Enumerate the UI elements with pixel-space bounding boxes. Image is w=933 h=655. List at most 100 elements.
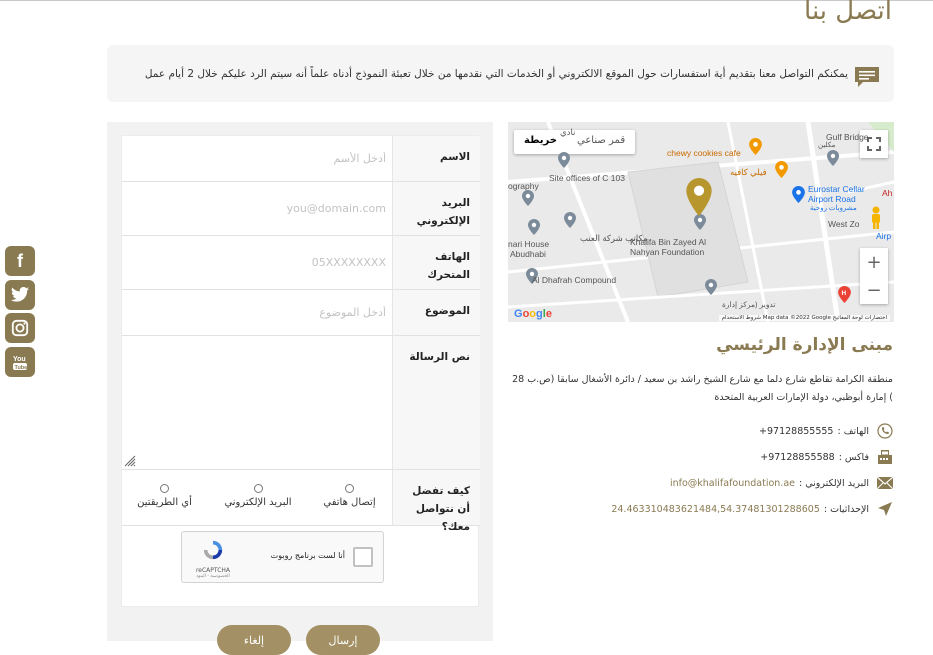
message-row: نص الرسالة <box>122 336 480 470</box>
map-label-airp: Airp <box>876 231 892 241</box>
zoom-out-button[interactable]: − <box>860 276 888 304</box>
resize-grip-icon[interactable] <box>124 455 136 467</box>
fax-value: +97128855588 <box>760 451 835 463</box>
office-address: منطقة الكرامة تقاطع شارع دلما مع شارع ال… <box>512 374 893 403</box>
office-title: مبنى الإدارة الرئيسي <box>716 335 893 355</box>
recaptcha-brand: reCAPTCHA <box>195 567 231 574</box>
name-input[interactable] <box>128 136 390 181</box>
phone-label: الهاتف : <box>837 425 869 437</box>
radio-phone[interactable]: إتصال هاتفي <box>312 484 387 508</box>
instagram-icon[interactable] <box>5 313 35 343</box>
facebook-icon[interactable]: f <box>5 246 35 276</box>
contact-phone-row: الهاتف : +97128855555 <box>759 423 893 439</box>
map-marker-icon[interactable] <box>558 152 570 168</box>
youtube-icon[interactable]: You Tube <box>5 346 35 377</box>
recaptcha-icon <box>203 540 223 560</box>
map-label-site-offices: Site offices of C 103 <box>549 173 625 183</box>
email-input[interactable] <box>128 182 390 235</box>
phone-label: الهاتف المتحرك <box>392 236 480 289</box>
radio-circle-icon[interactable] <box>253 484 263 493</box>
reset-button[interactable]: إلغاء <box>217 625 291 655</box>
coords-link[interactable]: 24.463310483621484,54.37481301288605 <box>611 504 820 515</box>
phone-input[interactable] <box>128 236 390 289</box>
name-row: الاسم <box>122 136 480 182</box>
zoom-in-button[interactable]: + <box>860 248 888 276</box>
google-logo: Google <box>514 308 552 320</box>
map-label-kbz-2: Nahyan Foundation <box>630 247 705 257</box>
contact-coords-row: الإحداثيات : 24.463310483621484,54.37481… <box>611 501 893 517</box>
send-button[interactable]: إرسال <box>306 625 380 655</box>
location-pin-icon[interactable] <box>686 178 712 216</box>
name-label: الاسم <box>392 136 480 181</box>
map-label-house-1: nari House <box>508 239 550 249</box>
map-marker-icon[interactable] <box>522 190 534 206</box>
shop-marker-icon[interactable] <box>792 186 805 203</box>
subject-input[interactable] <box>128 290 390 335</box>
message-label: نص الرسالة <box>392 336 480 469</box>
phone-row: الهاتف المتحرك <box>122 236 480 290</box>
map-label-westzone: West Zo <box>828 219 860 229</box>
map-marker-icon[interactable] <box>827 150 839 166</box>
recaptcha-logo: reCAPTCHA الخصوصية - البنود <box>190 539 236 579</box>
map-marker-icon[interactable] <box>694 214 706 230</box>
map-marker-icon[interactable] <box>528 219 540 235</box>
map-label-airport-road: Airport Road <box>808 194 856 204</box>
fax-icon <box>877 449 893 465</box>
email-link[interactable]: info@khalifafoundation.ae <box>670 478 795 489</box>
map-zoom-controls: + − <box>860 248 888 304</box>
phone-icon <box>877 423 893 439</box>
contact-pref-label: كيف تفضل أن نتواصل معك؟ <box>392 470 480 533</box>
message-textarea[interactable] <box>122 336 390 469</box>
map-marker-icon[interactable] <box>564 212 576 228</box>
email-row: البريد الإلكتروني <box>122 182 480 236</box>
message-icon <box>855 67 879 87</box>
radio-circle-icon[interactable] <box>345 484 354 493</box>
map-embed[interactable]: قمر صناعي خريطة H نادي Gulf Bridge مكلين… <box>508 122 894 322</box>
contact-fax-row: فاكس : +97128855588 <box>760 449 893 465</box>
map-footer[interactable]: اختصارات لوحة المفاتيح Map data ©2022 Go… <box>718 315 890 321</box>
map-label-nadi: نادي <box>560 127 576 137</box>
email-label-office: البريد الإلكتروني : <box>799 477 869 489</box>
recaptcha-label: أنا لست برنامج روبوت <box>270 551 345 560</box>
map-label-kbz-1: Khalifa Bin Zayed Al <box>630 237 707 247</box>
radio-circle-icon[interactable] <box>160 484 169 493</box>
email-label: البريد الإلكتروني <box>392 182 480 235</box>
envelope-icon <box>877 475 893 491</box>
subject-row: الموضوع <box>122 290 480 336</box>
map-tab-satellite[interactable]: قمر صناعي <box>567 130 635 154</box>
hospital-marker-icon[interactable]: H <box>838 286 851 303</box>
svg-text:You: You <box>13 356 26 363</box>
map-label-house-2: Abudhabi <box>510 249 546 259</box>
contact-pref-radios: إتصال هاتفي البريد الإلكتروني أي الطريقت… <box>132 484 387 514</box>
intro-text: يمكنكم التواصل معنا بتقديم أية استفسارات… <box>144 68 848 80</box>
pegman-icon[interactable] <box>870 206 882 230</box>
cafe-marker-icon[interactable] <box>749 138 762 155</box>
top-divider <box>0 0 933 1</box>
map-label-dhafrah: Al Dhafrah Compound <box>532 275 617 285</box>
map-label-eurostar: Eurostar Cellar <box>808 184 865 194</box>
social-bar: f You Tube <box>5 246 35 380</box>
radio-either[interactable]: أي الطريقتين <box>127 484 202 508</box>
map-marker-icon[interactable] <box>705 279 717 295</box>
recaptcha-terms[interactable]: الخصوصية - البنود <box>190 574 236 579</box>
map-label-spirits: مشروبات روحية <box>810 205 857 212</box>
radio-email[interactable]: البريد الإلكتروني <box>213 484 303 508</box>
location-arrow-icon <box>877 501 893 517</box>
fax-label: فاكس : <box>838 451 869 463</box>
map-label-ah: Ah <box>882 188 893 198</box>
recaptcha-widget: أنا لست برنامج روبوت reCAPTCHA الخصوصية … <box>181 531 384 583</box>
coords-label: الإحداثيات : <box>823 503 869 515</box>
twitter-icon[interactable] <box>5 279 35 310</box>
page-title: اتصل بنا <box>804 0 892 26</box>
map-label-tadweer: تدوير (مركز إدارة <box>722 300 776 309</box>
svg-text:Tube: Tube <box>15 364 28 370</box>
map-label-filli: فيلي كافيه <box>730 167 767 177</box>
subject-label: الموضوع <box>392 290 480 335</box>
recaptcha-checkbox[interactable] <box>353 547 373 567</box>
svg-text:H: H <box>842 290 847 297</box>
intro-box: يمكنكم التواصل معنا بتقديم أية استفسارات… <box>107 45 894 102</box>
phone-value: +97128855555 <box>759 425 834 437</box>
map-label-mkln: مكلين <box>818 142 836 149</box>
contact-email-row: البريد الإلكتروني : info@khalifafoundati… <box>670 475 893 491</box>
cafe-marker-icon[interactable] <box>775 161 788 178</box>
